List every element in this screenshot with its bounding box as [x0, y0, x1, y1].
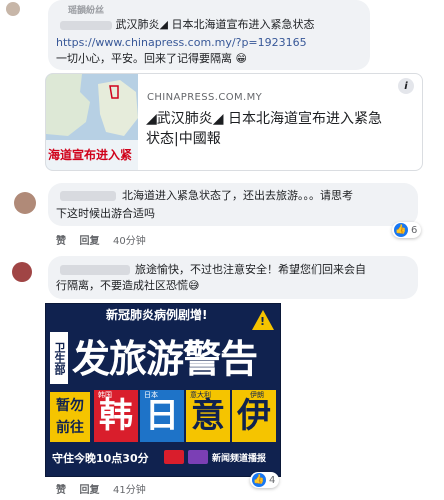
avatar[interactable] — [14, 192, 36, 214]
commenter-name[interactable]: 瑶韻紛丝 — [68, 3, 104, 16]
country-label: 日本 — [144, 391, 158, 399]
channel-logo-2 — [188, 450, 208, 464]
comment-actions: 赞 回复 41分钟 — [56, 481, 156, 496]
country-label: 伊朗 — [250, 391, 264, 399]
redacted-name — [60, 191, 116, 201]
thumbnail-caption: 海道宣布进入紧 — [48, 148, 133, 162]
comment-text: 一切小心，平安。回来了记得要隔离 😁 — [56, 52, 247, 65]
comment-actions: 赞 回复 40分钟 — [56, 232, 156, 247]
poster-image[interactable]: 新冠肺炎病例剧增! ! 卫生部 发旅游警告 暂勿前往 韩 韩国 日 日本 意 意… — [45, 303, 281, 477]
reaction-count[interactable]: 👍 4 — [250, 472, 280, 488]
redacted-name — [60, 265, 130, 275]
link-preview-card[interactable]: 海道宣布进入紧 CHINAPRESS.COM.MY ◢武汉肺炎◢ 日本北海道宣布… — [45, 73, 423, 171]
poster-headline: 发旅游警告 — [72, 337, 258, 381]
comment-text: 行隔离，不要造成社区恐慌😅 — [56, 279, 200, 292]
like-link[interactable]: 赞 — [56, 485, 66, 496]
preview-thumbnail: 海道宣布进入紧 — [46, 74, 138, 170]
sweat-smile-emoji: 😅 — [188, 279, 200, 292]
thumbs-up-icon: 👍 — [394, 223, 408, 237]
avatar[interactable] — [6, 2, 20, 16]
reply-link[interactable]: 回复 — [79, 485, 99, 496]
comment-text: 北海道进入紧急状态了，还出去旅游。。。请思考 — [122, 189, 353, 202]
channel-logo-1 — [164, 450, 184, 464]
article-link[interactable]: https://www.chinapress.com.my/?p=1923165 — [56, 36, 307, 49]
comment-text-2: 下这时候出游合适吗 — [56, 207, 155, 220]
preview-title-2: 状态|中國報 — [146, 131, 221, 147]
redacted-name — [60, 20, 112, 30]
warning-mark: ! — [260, 315, 266, 328]
thumbs-up-icon: 👍 — [252, 473, 266, 487]
like-link[interactable]: 赞 — [56, 236, 66, 247]
preview-domain: CHINAPRESS.COM.MY — [147, 92, 263, 103]
poster-vertical: 卫生部 — [50, 332, 68, 384]
reaction-count[interactable]: 👍 6 — [392, 222, 422, 238]
timestamp[interactable]: 40分钟 — [113, 236, 146, 247]
poster-left-box: 暂勿前往 — [50, 392, 90, 442]
grin-emoji: 😁 — [235, 52, 247, 65]
avatar[interactable] — [12, 262, 32, 282]
timestamp[interactable]: 41分钟 — [113, 485, 146, 496]
country-label: 韩国 — [98, 391, 112, 399]
info-icon[interactable]: i — [398, 78, 414, 94]
country-label: 意大利 — [190, 391, 211, 399]
comment-text: 旅途愉快，不过也注意安全！希望您们回来会自 — [135, 263, 366, 276]
poster-banner: 新冠肺炎病例剧增! — [106, 308, 208, 322]
poster-bottom-right: 新闻频道播报 — [212, 454, 267, 464]
preview-title: ◢武汉肺炎◢ 日本北海道宣布进入紧急 — [146, 111, 382, 127]
poster-bottom-text: 守住今晚10点30分 — [52, 452, 149, 465]
reply-link[interactable]: 回复 — [79, 236, 99, 247]
comment-text: 武汉肺炎◢ 日本北海道宣布进入紧急状态 — [60, 17, 314, 33]
